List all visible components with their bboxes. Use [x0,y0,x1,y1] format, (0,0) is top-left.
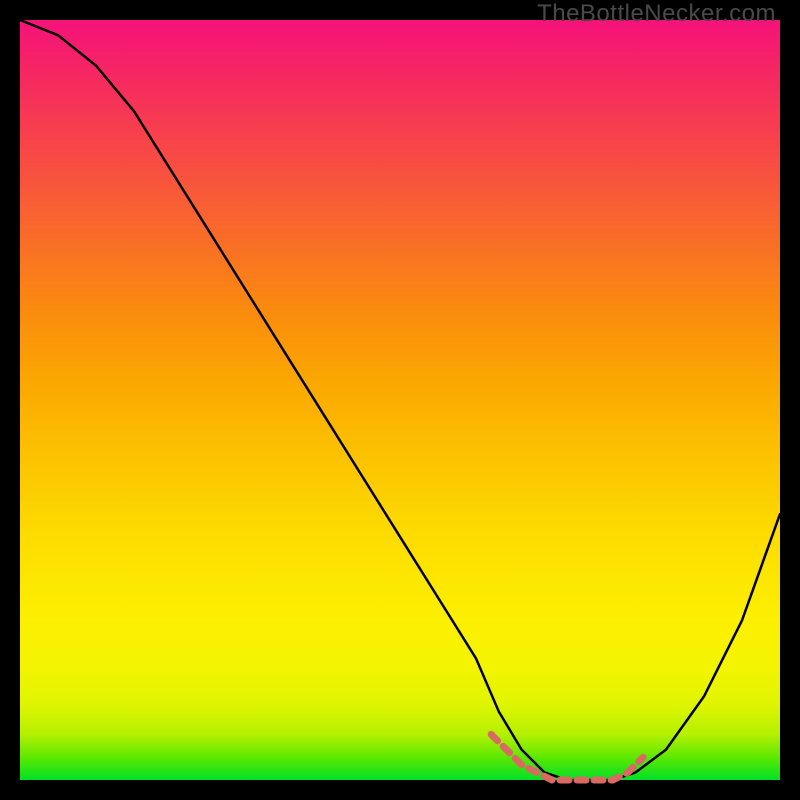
curve-layer [20,20,780,780]
chart-frame: TheBottleNecker.com [0,0,800,800]
bottleneck-curve-line [20,20,780,780]
valley-highlight-dashes [491,734,643,780]
watermark-text: TheBottleNecker.com [537,0,776,28]
